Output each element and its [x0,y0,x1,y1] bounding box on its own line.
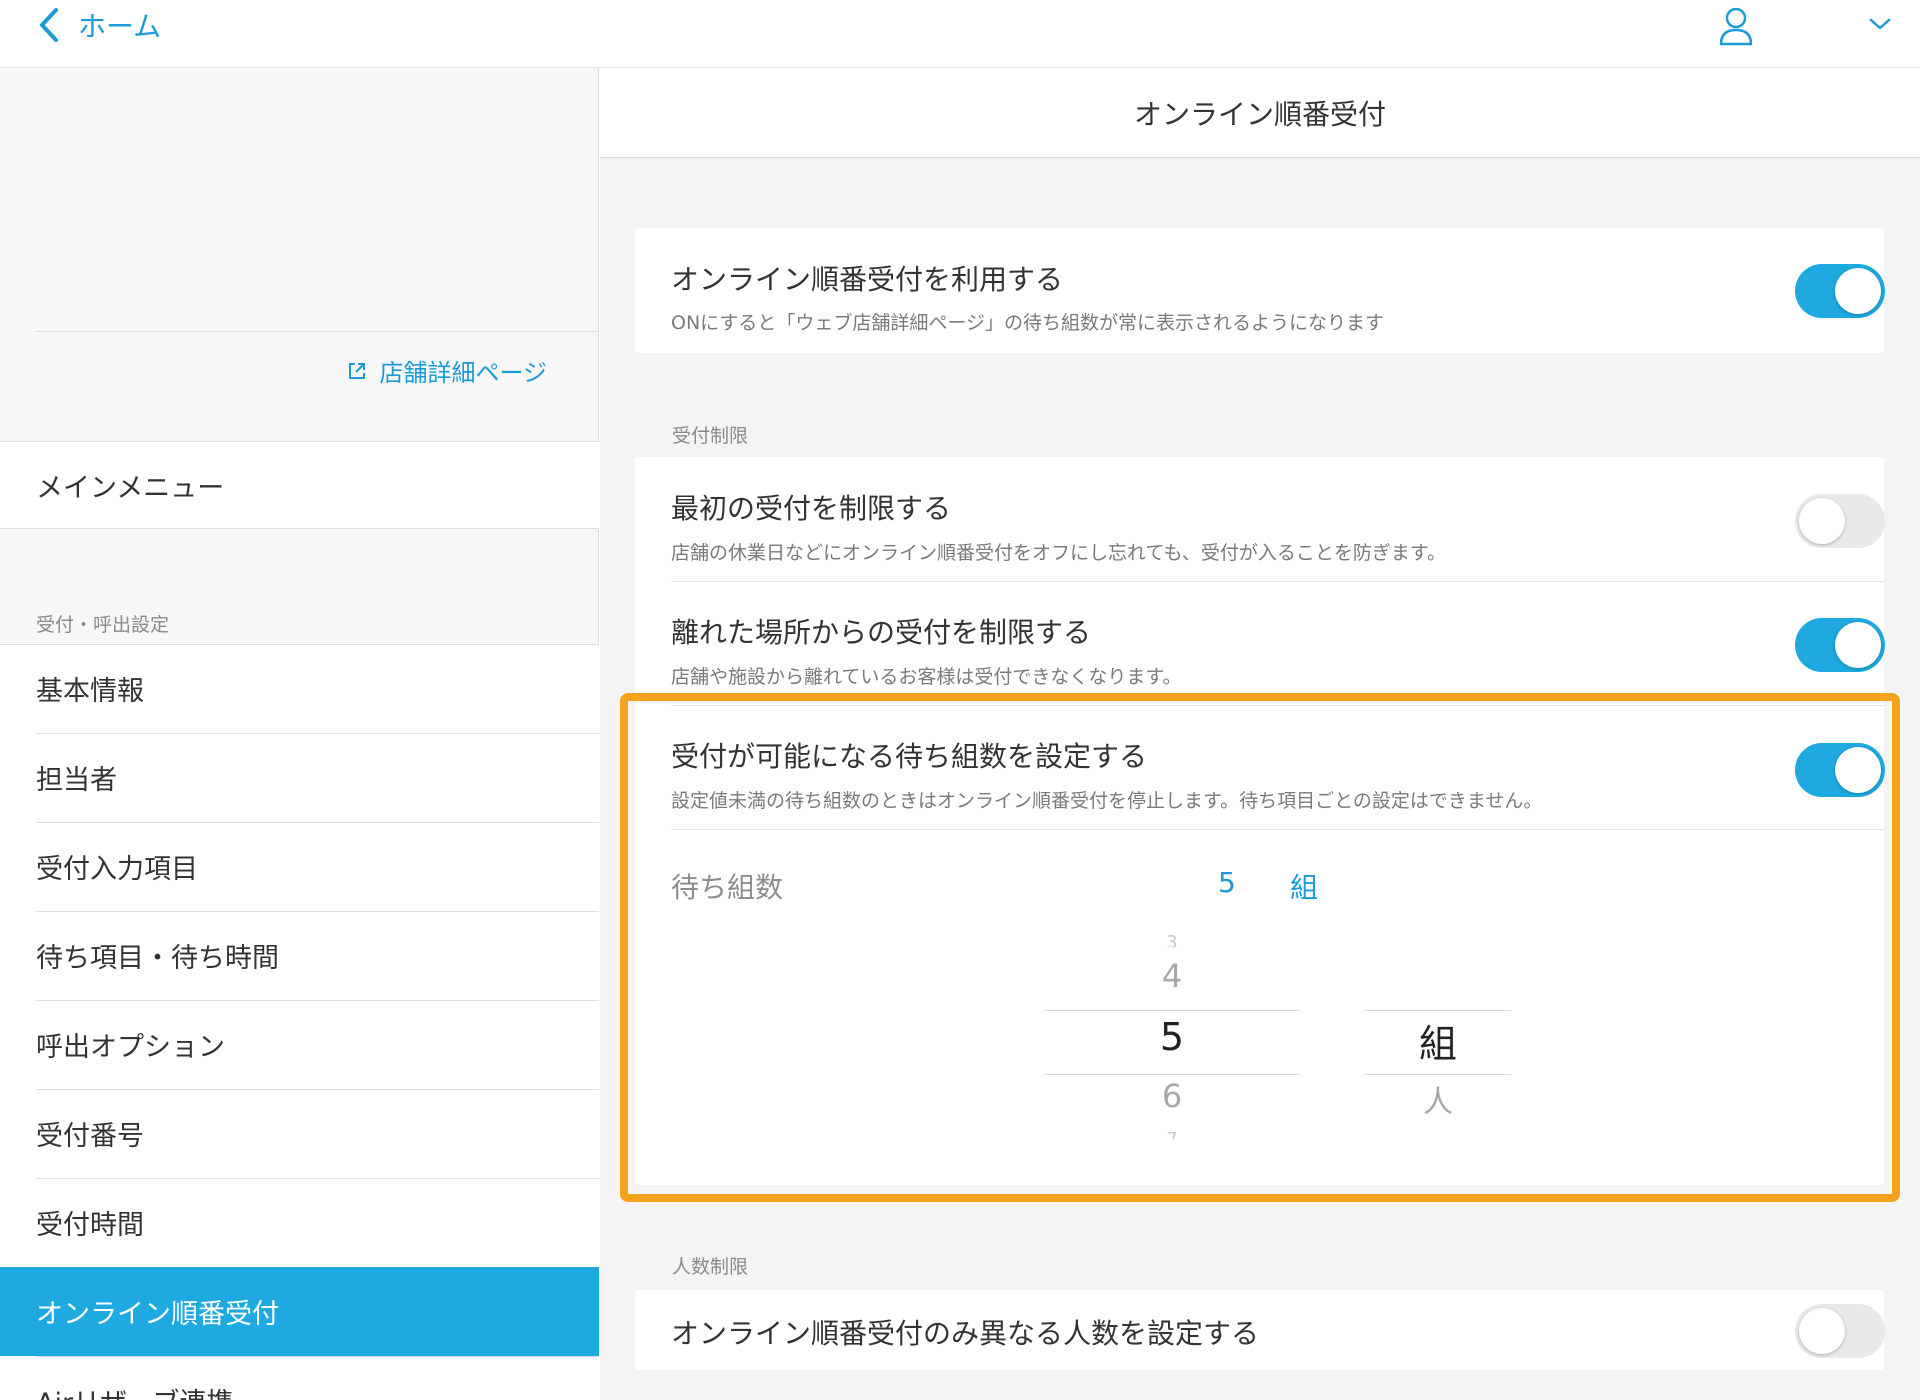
picker-number-column[interactable]: 3 4 5 6 7 [1045,927,1299,1147]
row-divider [671,829,1884,830]
toggle-knob [1835,268,1881,314]
sidebar-item-staff[interactable]: 担当者 [0,733,599,822]
sidebar-item-call-options[interactable]: 呼出オプション [0,1000,599,1089]
picker-option-selected: 組 [1418,1022,1457,1066]
shop-detail-link[interactable]: 店舗詳細ページ [347,353,547,388]
picker-option: 4 [1161,957,1183,995]
wait-count-setting-title: 受付が可能になる待ち組数を設定する [671,740,1148,773]
use-online-card: オンライン順番受付を利用する ONにすると「ウェブ店舗詳細ページ」の待ち組数が常… [635,228,1885,353]
reception-limit-label: 受付制限 [672,425,749,447]
shop-detail-link-label: 店舗詳細ページ [379,359,547,387]
use-online-desc: ONにすると「ウェブ店舗詳細ページ」の待ち組数が常に表示されるようになります [671,312,1384,334]
toggle-knob [1835,747,1881,793]
sidebar-item-input-fields[interactable]: 受付入力項目 [0,822,599,911]
picker-option-selected: 5 [1159,1015,1185,1059]
row-divider [671,705,1884,706]
main-panel: オンライン順番受付 オンライン順番受付を利用する ONにすると「ウェブ店舗詳細ペ… [600,68,1920,1400]
top-bar: ホーム [0,0,1920,68]
sidebar-item-label: 呼出オプション [36,1032,225,1063]
sidebar: 店舗詳細ページ メインメニュー 受付・呼出設定 基本情報 担当者 受付入力項目 … [0,68,599,1400]
toggle-knob [1799,1308,1845,1354]
people-limit-toggle[interactable] [1795,1304,1885,1358]
picker-option: 7 [1045,1129,1299,1139]
people-limit-label: 人数制限 [672,1256,749,1278]
sidebar-item-online-reception[interactable]: オンライン順番受付 [0,1267,599,1356]
external-link-icon [349,362,366,379]
back-chevron-icon [40,8,58,42]
toggle-knob [1799,498,1845,544]
picker-selection-line [1045,1010,1299,1011]
back-label: ホーム [78,10,162,43]
first-reception-limit-toggle[interactable] [1795,494,1885,548]
sidebar-item-airreserve[interactable]: Airリザーブ連携 [0,1356,599,1400]
first-reception-limit-title: 最初の受付を制限する [671,492,952,525]
reception-limit-card: 最初の受付を制限する 店舗の休業日などにオンライン順番受付をオフにし忘れても、受… [635,457,1885,1185]
shop-divider [36,331,599,332]
picker-unit-column[interactable]: 組 人 [1365,927,1511,1147]
picker-option: 6 [1161,1077,1183,1115]
main-menu-item[interactable]: メインメニュー [0,441,599,529]
picker-selection-line [1045,1074,1299,1075]
sidebar-item-label: 受付入力項目 [36,854,198,885]
picker-selection-line [1365,1010,1511,1011]
sidebar-item-reception-number[interactable]: 受付番号 [0,1089,599,1178]
sidebar-item-label: Airリザーブ連携 [36,1381,233,1400]
chevron-down-icon[interactable] [1866,14,1894,34]
wait-count-label: 待ち組数 [671,871,784,904]
shop-info-block: 店舗詳細ページ [0,68,599,441]
toggle-knob [1835,622,1881,668]
sidebar-item-wait-items[interactable]: 待ち項目・待ち時間 [0,911,599,1000]
picker-selection-line [1365,1074,1511,1075]
sidebar-section-label: 受付・呼出設定 [36,614,170,636]
sidebar-item-label: 基本情報 [36,676,144,707]
sidebar-item-basic-info[interactable]: 基本情報 [0,644,599,733]
people-limit-title: オンライン順番受付のみ異なる人数を設定する [671,1317,1260,1350]
people-limit-card: オンライン順番受付のみ異なる人数を設定する [635,1290,1885,1370]
sidebar-item-label: 待ち項目・待ち時間 [36,943,279,974]
sidebar-item-reception-time[interactable]: 受付時間 [0,1178,599,1267]
sidebar-item-label: オンライン順番受付 [36,1299,279,1330]
first-reception-limit-desc: 店舗の休業日などにオンライン順番受付をオフにし忘れても、受付が入ることを防ぎます… [671,542,1447,564]
use-online-toggle[interactable] [1795,264,1885,318]
wait-count-unit[interactable]: 組 [1290,866,1318,906]
page-title: オンライン順番受付 [600,68,1920,158]
distance-limit-desc: 店舗や施設から離れているお客様は受付できなくなります。 [671,666,1182,688]
main-menu-label: メインメニュー [36,472,225,504]
picker-option: 人 [1423,1085,1453,1120]
user-icon[interactable] [1718,6,1754,46]
use-online-title: オンライン順番受付を利用する [671,263,1064,296]
row-divider [671,581,1884,582]
wait-count-setting-desc: 設定値未満の待ち組数のときはオンライン順番受付を停止します。待ち項目ごとの設定は… [671,790,1543,812]
sidebar-item-label: 受付時間 [36,1210,144,1241]
picker-option: 3 [1166,933,1178,947]
back-button[interactable]: ホーム [36,0,161,50]
sidebar-nav: 基本情報 担当者 受付入力項目 待ち項目・待ち時間 呼出オプション 受付番号 受… [0,644,599,1400]
sidebar-item-label: 受付番号 [36,1121,144,1152]
distance-limit-title: 離れた場所からの受付を制限する [671,616,1092,649]
wait-count-value[interactable]: 5 [1218,866,1236,899]
sidebar-item-label: 担当者 [36,765,117,796]
wait-count-setting-toggle[interactable] [1795,743,1885,797]
distance-limit-toggle[interactable] [1795,618,1885,672]
